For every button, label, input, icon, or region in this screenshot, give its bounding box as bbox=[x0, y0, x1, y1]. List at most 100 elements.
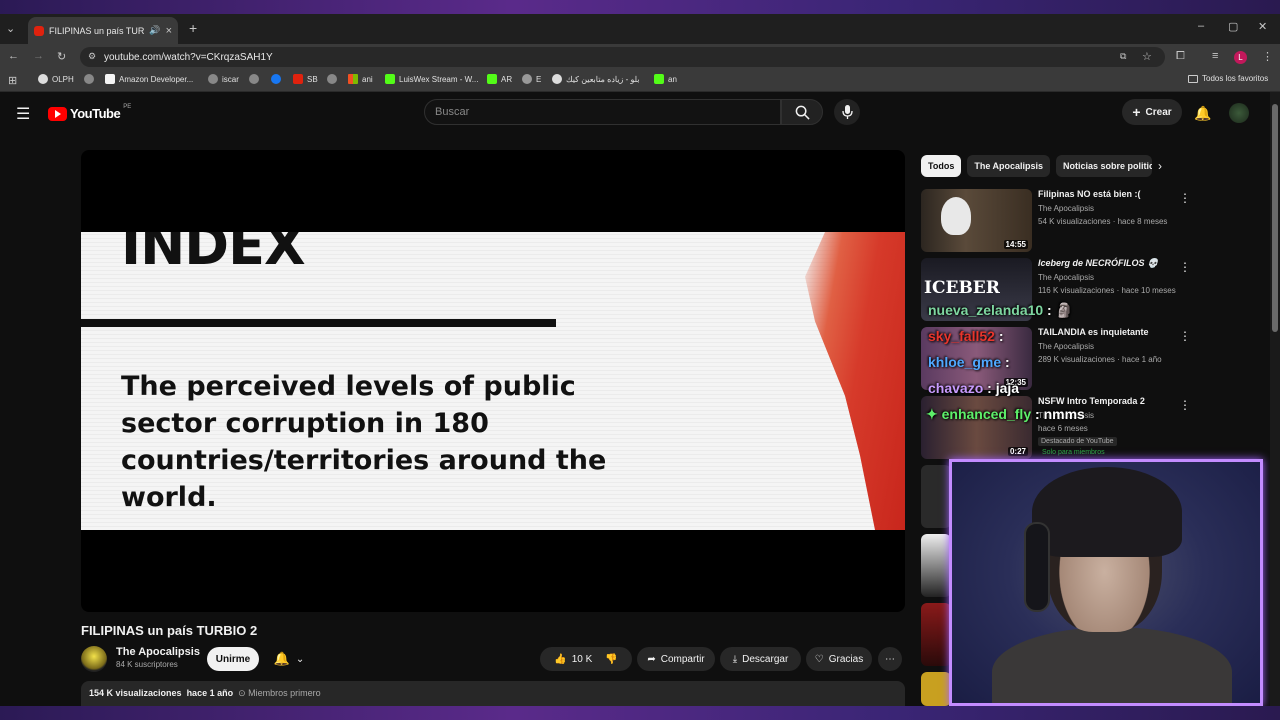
tab-active[interactable]: FILIPINAS un país TURBIO 2 🔊 × bbox=[28, 17, 178, 44]
channel-name[interactable]: The Apocalipsis bbox=[116, 646, 200, 658]
page-scrollbar[interactable] bbox=[1270, 92, 1280, 706]
bookmark-item[interactable]: SB bbox=[293, 74, 318, 84]
recommendation-meta: 289 K visualizaciones · hace 1 año bbox=[1038, 355, 1162, 364]
maximize-icon[interactable]: ▢ bbox=[1228, 20, 1238, 33]
bookmark-star-icon[interactable]: ☆ bbox=[1142, 50, 1152, 63]
chip-politics[interactable]: Noticias sobre politic bbox=[1056, 155, 1153, 177]
chat-user: khloe_gme bbox=[928, 354, 1002, 370]
hamburger-menu-icon[interactable]: ☰ bbox=[16, 104, 30, 124]
headphones-graphic bbox=[1024, 522, 1050, 612]
reload-icon[interactable]: ↻ bbox=[57, 50, 66, 63]
chat-message: ✦ enhanced_fly : nmms bbox=[926, 406, 1085, 423]
thanks-button[interactable]: ♡ Gracias bbox=[806, 647, 872, 671]
bookmark-item[interactable]: AR bbox=[487, 74, 512, 84]
minimize-icon[interactable]: – bbox=[1198, 20, 1204, 32]
subscription-notify-button[interactable]: 🔔 ⌄ bbox=[267, 647, 311, 671]
browser-toolbar: ← → ↻ ⚙ youtube.com/watch?v=CKrqzaSAH1Y … bbox=[0, 44, 1280, 70]
video-player[interactable]: INDEX The perceived levels of public sec… bbox=[81, 150, 905, 612]
share-icon: ➦ bbox=[647, 653, 656, 665]
more-options-icon[interactable]: ⋮ bbox=[1179, 260, 1191, 274]
bookmark-item[interactable]: OLPH bbox=[38, 74, 74, 84]
recommendation-item[interactable]: 14:55 Filipinas NO está bien :( The Apoc… bbox=[921, 189, 1246, 252]
chat-text: jaja bbox=[995, 380, 1020, 396]
youtube-play-icon bbox=[48, 106, 67, 121]
subscriber-count: 84 K suscriptores bbox=[116, 660, 178, 669]
bookmark-item[interactable]: an bbox=[654, 74, 677, 84]
tab-search-icon[interactable]: ⌄ bbox=[6, 22, 15, 35]
back-icon[interactable]: ← bbox=[8, 50, 19, 62]
dislike-button[interactable]: 👎 bbox=[605, 654, 617, 665]
youtube-logo[interactable]: YouTube PE bbox=[48, 104, 131, 121]
bookmark-item[interactable]: E bbox=[522, 74, 541, 84]
voice-search-button[interactable] bbox=[834, 99, 860, 125]
like-count: 10 K bbox=[571, 653, 593, 665]
chip-all[interactable]: Todos bbox=[921, 155, 962, 177]
bookmark-item[interactable] bbox=[327, 74, 337, 84]
create-button[interactable]: + Crear bbox=[1122, 99, 1182, 125]
extensions-icon[interactable]: ⧠ bbox=[1176, 50, 1185, 63]
notifications-bell-icon[interactable]: 🔔 bbox=[1194, 105, 1211, 122]
search-box bbox=[424, 99, 781, 125]
search-button[interactable] bbox=[781, 99, 823, 125]
site-icon bbox=[552, 74, 562, 84]
chat-separator: : bbox=[1043, 302, 1056, 318]
chevron-right-icon[interactable]: › bbox=[1158, 155, 1162, 177]
share-button[interactable]: ➦ Compartir bbox=[637, 647, 715, 671]
site-info-icon[interactable]: ⚙ bbox=[88, 51, 96, 62]
kick-icon bbox=[654, 74, 664, 84]
bookmark-item[interactable]: LuisWex Stream - W... bbox=[385, 74, 478, 84]
audio-icon[interactable]: 🔊 bbox=[149, 25, 160, 36]
more-options-icon[interactable]: ⋮ bbox=[1179, 191, 1191, 205]
address-bar[interactable]: ⚙ youtube.com/watch?v=CKrqzaSAH1Y ⧉ ☆ bbox=[80, 47, 1165, 67]
streamer-shirt bbox=[992, 627, 1232, 703]
plus-icon: + bbox=[1132, 104, 1141, 120]
forward-icon[interactable]: → bbox=[33, 50, 44, 62]
bookmark-item[interactable]: ani bbox=[348, 74, 373, 84]
folder-icon bbox=[1188, 74, 1198, 83]
thanks-label: Gracias bbox=[828, 653, 864, 665]
url-text: youtube.com/watch?v=CKrqzaSAH1Y bbox=[104, 51, 273, 63]
video-frame: INDEX The perceived levels of public sec… bbox=[81, 232, 905, 530]
thumbs-up-icon: 👍 bbox=[554, 653, 567, 665]
partial-thumbnail[interactable] bbox=[921, 534, 951, 597]
account-avatar[interactable] bbox=[1229, 103, 1249, 123]
link-icon bbox=[522, 74, 532, 84]
install-icon[interactable]: ⧉ bbox=[1120, 51, 1126, 62]
search-input[interactable] bbox=[425, 100, 780, 124]
partial-thumbnail[interactable] bbox=[921, 465, 951, 528]
profile-avatar[interactable]: L bbox=[1234, 51, 1247, 64]
media-icon[interactable]: ≡ bbox=[1212, 50, 1218, 62]
bookmark-item[interactable] bbox=[84, 74, 94, 84]
close-tab-icon[interactable]: × bbox=[166, 25, 172, 37]
apps-grid-icon[interactable]: ⊞ bbox=[8, 74, 17, 87]
description-box[interactable]: 154 K visualizaciones hace 1 año ⊙ Miemb… bbox=[81, 681, 905, 706]
partial-thumbnail[interactable] bbox=[921, 603, 951, 666]
close-window-icon[interactable]: ✕ bbox=[1258, 20, 1267, 33]
microsoft-icon bbox=[348, 74, 358, 84]
chip-channel[interactable]: The Apocalipsis bbox=[967, 155, 1051, 177]
partial-thumbnail[interactable] bbox=[921, 672, 951, 706]
browser-menu-icon[interactable]: ⋮ bbox=[1262, 50, 1273, 63]
bookmark-item[interactable]: بلو - زياده متابعين كيك bbox=[552, 74, 640, 84]
new-tab-icon[interactable]: + bbox=[189, 20, 197, 36]
recommendation-channel: The Apocalipsis bbox=[1038, 273, 1095, 282]
more-actions-button[interactable]: ⋯ bbox=[878, 647, 902, 671]
channel-avatar[interactable] bbox=[81, 646, 107, 672]
bookmark-item[interactable]: Amazon Developer... bbox=[105, 74, 193, 84]
bookmark-item[interactable] bbox=[271, 74, 281, 84]
bookmark-item[interactable]: iscar bbox=[208, 74, 239, 84]
scrollbar-thumb[interactable] bbox=[1272, 104, 1278, 332]
recommendation-title: NSFW Intro Temporada 2 bbox=[1038, 396, 1145, 406]
like-dislike-group: 👍 10 K 👎 bbox=[540, 647, 632, 671]
more-options-icon[interactable]: ⋮ bbox=[1179, 398, 1191, 412]
thumbs-down-icon: 👎 bbox=[605, 653, 618, 665]
chat-separator: : bbox=[1031, 406, 1044, 422]
chat-text: 🗿 bbox=[1055, 302, 1074, 318]
join-button[interactable]: Unirme bbox=[207, 647, 259, 671]
bookmark-item[interactable] bbox=[249, 74, 259, 84]
like-button[interactable]: 👍 10 K bbox=[554, 654, 592, 665]
chat-user: chavazo bbox=[928, 380, 984, 396]
download-button[interactable]: ⤓ Descargar bbox=[720, 647, 801, 671]
more-options-icon[interactable]: ⋮ bbox=[1179, 329, 1191, 343]
all-bookmarks[interactable]: Todos los favoritos bbox=[1188, 74, 1268, 83]
